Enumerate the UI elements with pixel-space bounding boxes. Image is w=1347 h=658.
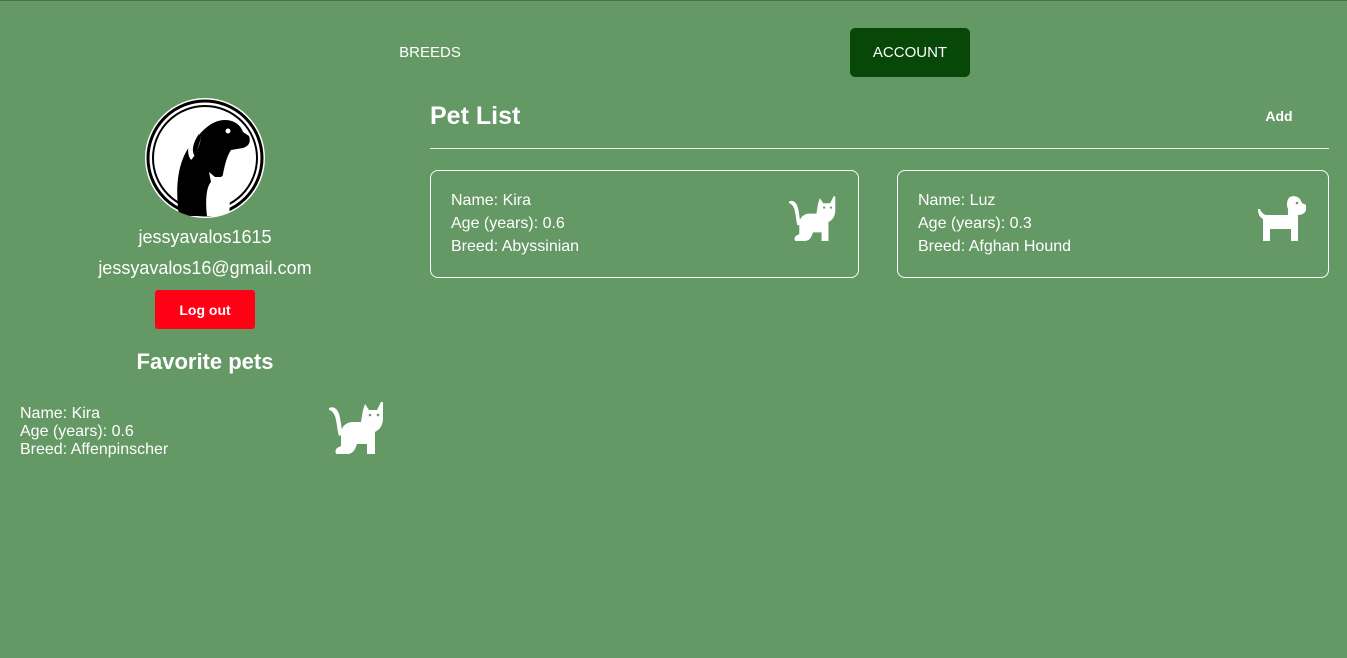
pet-info: Name: Luz Age (years): 0.3 Breed: Afghan…	[918, 189, 1071, 258]
pet-name: Name: Kira	[451, 192, 532, 209]
divider	[430, 148, 1329, 149]
pet-name: Name: Kira	[20, 405, 101, 422]
pet-name: Name: Luz	[918, 192, 996, 209]
favorite-pet-info: Name: Kira Age (years): 0.6 Breed: Affen…	[20, 405, 168, 459]
cat-icon	[787, 193, 839, 241]
top-border	[0, 0, 1347, 1]
pet-info: Name: Kira Age (years): 0.6 Breed: Abyss…	[451, 189, 579, 258]
pet-age: Age (years): 0.6	[451, 215, 565, 232]
nav-breeds-link[interactable]: BREEDS	[380, 28, 480, 77]
favorite-pets-heading: Favorite pets	[136, 349, 274, 374]
dog-and-cat-logo-icon	[146, 99, 264, 217]
pet-age: Age (years): 0.3	[918, 215, 1032, 232]
pet-breed: Breed: Abyssinian	[451, 238, 580, 255]
cat-icon	[327, 398, 387, 454]
pet-breed: Breed: Afghan Hound	[918, 238, 1072, 255]
avatar	[145, 98, 265, 218]
user-email: jessyavalos16@gmail.com	[98, 258, 312, 278]
pet-list-heading: Pet List	[430, 102, 521, 130]
nav-account-button[interactable]: ACCOUNT	[850, 28, 970, 77]
add-pet-button[interactable]: Add	[1255, 108, 1303, 128]
pet-card[interactable]: Name: Kira Age (years): 0.6 Breed: Abyss…	[430, 170, 859, 278]
pet-breed: Breed: Affenpinscher	[20, 441, 169, 458]
pet-age: Age (years): 0.6	[20, 423, 134, 440]
dog-icon	[1254, 193, 1306, 241]
username: jessyavalos1615	[138, 227, 272, 247]
pet-card[interactable]: Name: Luz Age (years): 0.3 Breed: Afghan…	[897, 170, 1329, 278]
favorite-pet-card: Name: Kira Age (years): 0.6 Breed: Affen…	[20, 396, 390, 462]
logout-button[interactable]: Log out	[155, 290, 255, 329]
